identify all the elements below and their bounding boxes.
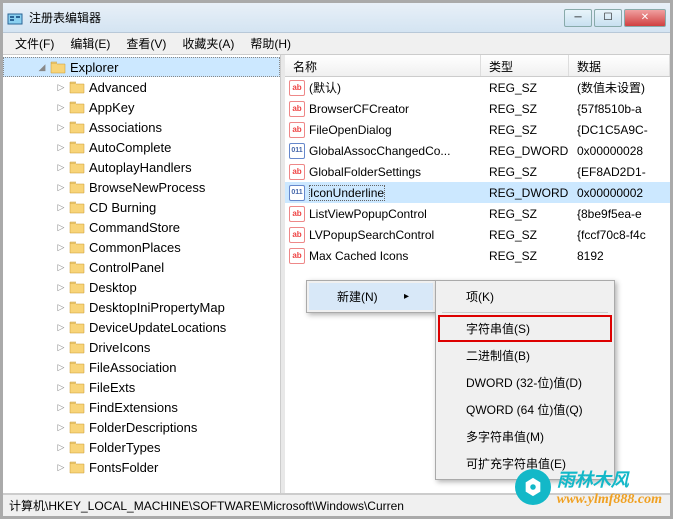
window-title: 注册表编辑器 [29, 9, 564, 26]
value-row[interactable]: 011IconUnderlineREG_DWORD0x00000002 [285, 182, 670, 203]
context-submenu-new: 项(K) 字符串值(S)二进制值(B)DWORD (32-位)值(D)QWORD … [435, 280, 615, 480]
tree-item[interactable]: ▷CommandStore [3, 217, 280, 237]
submenu-item[interactable]: 字符串值(S) [438, 315, 612, 342]
tree-item[interactable]: ▷FileExts [3, 377, 280, 397]
watermark: 雨林木风 www.ylmf888.com [515, 466, 662, 508]
tree-item[interactable]: ▷Advanced [3, 77, 280, 97]
expand-icon[interactable]: ▷ [55, 141, 67, 153]
expand-icon[interactable]: ▷ [55, 361, 67, 373]
reg-string-icon: ab [289, 248, 305, 264]
submenu-item[interactable]: DWORD (32-位)值(D) [438, 369, 612, 396]
expand-icon[interactable]: ▷ [55, 221, 67, 233]
tree-item[interactable]: ▷DesktopIniPropertyMap [3, 297, 280, 317]
menu-new[interactable]: 新建(N) [309, 283, 433, 310]
col-data[interactable]: 数据 [569, 55, 670, 76]
value-row[interactable]: 011GlobalAssocChangedCo...REG_DWORD0x000… [285, 140, 670, 161]
close-button[interactable]: ✕ [624, 9, 666, 27]
tree-item[interactable]: ▷BrowseNewProcess [3, 177, 280, 197]
expand-icon[interactable]: ▷ [55, 181, 67, 193]
value-row[interactable]: abBrowserCFCreatorREG_SZ{57f8510b-a [285, 98, 670, 119]
status-path: 计算机\HKEY_LOCAL_MACHINE\SOFTWARE\Microsof… [9, 497, 404, 514]
expand-icon[interactable]: ▷ [55, 421, 67, 433]
reg-string-icon: ab [289, 101, 305, 117]
tree-item[interactable]: ▷DriveIcons [3, 337, 280, 357]
tree-item[interactable]: ▷AutoplayHandlers [3, 157, 280, 177]
expand-icon[interactable]: ▷ [55, 121, 67, 133]
tree-item[interactable]: ▷Desktop [3, 277, 280, 297]
reg-string-icon: ab [289, 80, 305, 96]
reg-string-icon: ab [289, 206, 305, 222]
tree-item[interactable]: ▷FileAssociation [3, 357, 280, 377]
watermark-url: www.ylmf888.com [557, 492, 662, 508]
reg-string-icon: ab [289, 227, 305, 243]
titlebar[interactable]: 注册表编辑器 ─ ☐ ✕ [3, 3, 670, 33]
value-row[interactable]: ab(默认)REG_SZ(数值未设置) [285, 77, 670, 98]
expand-icon[interactable]: ▷ [55, 81, 67, 93]
submenu-item[interactable]: 二进制值(B) [438, 342, 612, 369]
app-icon [7, 10, 23, 26]
tree-panel[interactable]: ◢Explorer▷Advanced▷AppKey▷Associations▷A… [3, 55, 281, 493]
menu-help[interactable]: 帮助(H) [242, 33, 299, 54]
col-name[interactable]: 名称 [285, 55, 481, 76]
list-header: 名称 类型 数据 [285, 55, 670, 77]
tree-item[interactable]: ▷CD Burning [3, 197, 280, 217]
expand-icon[interactable]: ▷ [55, 461, 67, 473]
registry-tree: ◢Explorer▷Advanced▷AppKey▷Associations▷A… [3, 55, 280, 479]
tree-item[interactable]: ▷AutoComplete [3, 137, 280, 157]
tree-item[interactable]: ▷CommonPlaces [3, 237, 280, 257]
watermark-logo-icon [515, 469, 551, 505]
reg-string-icon: ab [289, 122, 305, 138]
expand-icon[interactable]: ▷ [55, 381, 67, 393]
menu-favorites[interactable]: 收藏夹(A) [174, 33, 242, 54]
collapse-icon[interactable]: ◢ [36, 61, 48, 73]
expand-icon[interactable]: ▷ [55, 201, 67, 213]
submenu-item[interactable]: 多字符串值(M) [438, 423, 612, 450]
expand-icon[interactable]: ▷ [55, 301, 67, 313]
maximize-button[interactable]: ☐ [594, 9, 622, 27]
reg-dword-icon: 011 [289, 143, 305, 159]
tree-item[interactable]: ▷DeviceUpdateLocations [3, 317, 280, 337]
expand-icon[interactable]: ▷ [55, 161, 67, 173]
tree-item[interactable]: ▷FolderTypes [3, 437, 280, 457]
expand-icon[interactable]: ▷ [55, 321, 67, 333]
menubar: 文件(F) 编辑(E) 查看(V) 收藏夹(A) 帮助(H) [3, 33, 670, 55]
reg-string-icon: ab [289, 164, 305, 180]
watermark-brand: 雨林木风 [557, 466, 662, 492]
expand-icon[interactable]: ▷ [55, 441, 67, 453]
value-row[interactable]: abFileOpenDialogREG_SZ{DC1C5A9C- [285, 119, 670, 140]
expand-icon[interactable]: ▷ [55, 101, 67, 113]
minimize-button[interactable]: ─ [564, 9, 592, 27]
tree-item[interactable]: ▷FindExtensions [3, 397, 280, 417]
value-row[interactable]: abMax Cached IconsREG_SZ8192 [285, 245, 670, 266]
expand-icon[interactable]: ▷ [55, 241, 67, 253]
context-menu: 新建(N) [306, 280, 436, 313]
window-controls: ─ ☐ ✕ [564, 9, 666, 27]
value-row[interactable]: abListViewPopupControlREG_SZ{8be9f5ea-e [285, 203, 670, 224]
tree-item[interactable]: ▷FolderDescriptions [3, 417, 280, 437]
expand-icon[interactable]: ▷ [55, 281, 67, 293]
reg-dword-icon: 011 [289, 185, 305, 201]
tree-item[interactable]: ▷AppKey [3, 97, 280, 117]
menu-separator [442, 312, 608, 313]
expand-icon[interactable]: ▷ [55, 401, 67, 413]
tree-item[interactable]: ▷Associations [3, 117, 280, 137]
value-row[interactable]: abGlobalFolderSettingsREG_SZ{EF8AD2D1- [285, 161, 670, 182]
menu-file[interactable]: 文件(F) [7, 33, 62, 54]
tree-root[interactable]: ◢Explorer [3, 57, 280, 77]
submenu-item[interactable]: QWORD (64 位)值(Q) [438, 396, 612, 423]
value-row[interactable]: abLVPopupSearchControlREG_SZ{fccf70c8-f4… [285, 224, 670, 245]
menu-view[interactable]: 查看(V) [118, 33, 174, 54]
menu-edit[interactable]: 编辑(E) [62, 33, 118, 54]
tree-item[interactable]: ▷FontsFolder [3, 457, 280, 477]
col-type[interactable]: 类型 [481, 55, 569, 76]
tree-item[interactable]: ▷ControlPanel [3, 257, 280, 277]
expand-icon[interactable]: ▷ [55, 341, 67, 353]
expand-icon[interactable]: ▷ [55, 261, 67, 273]
submenu-item[interactable]: 项(K) [438, 283, 612, 310]
